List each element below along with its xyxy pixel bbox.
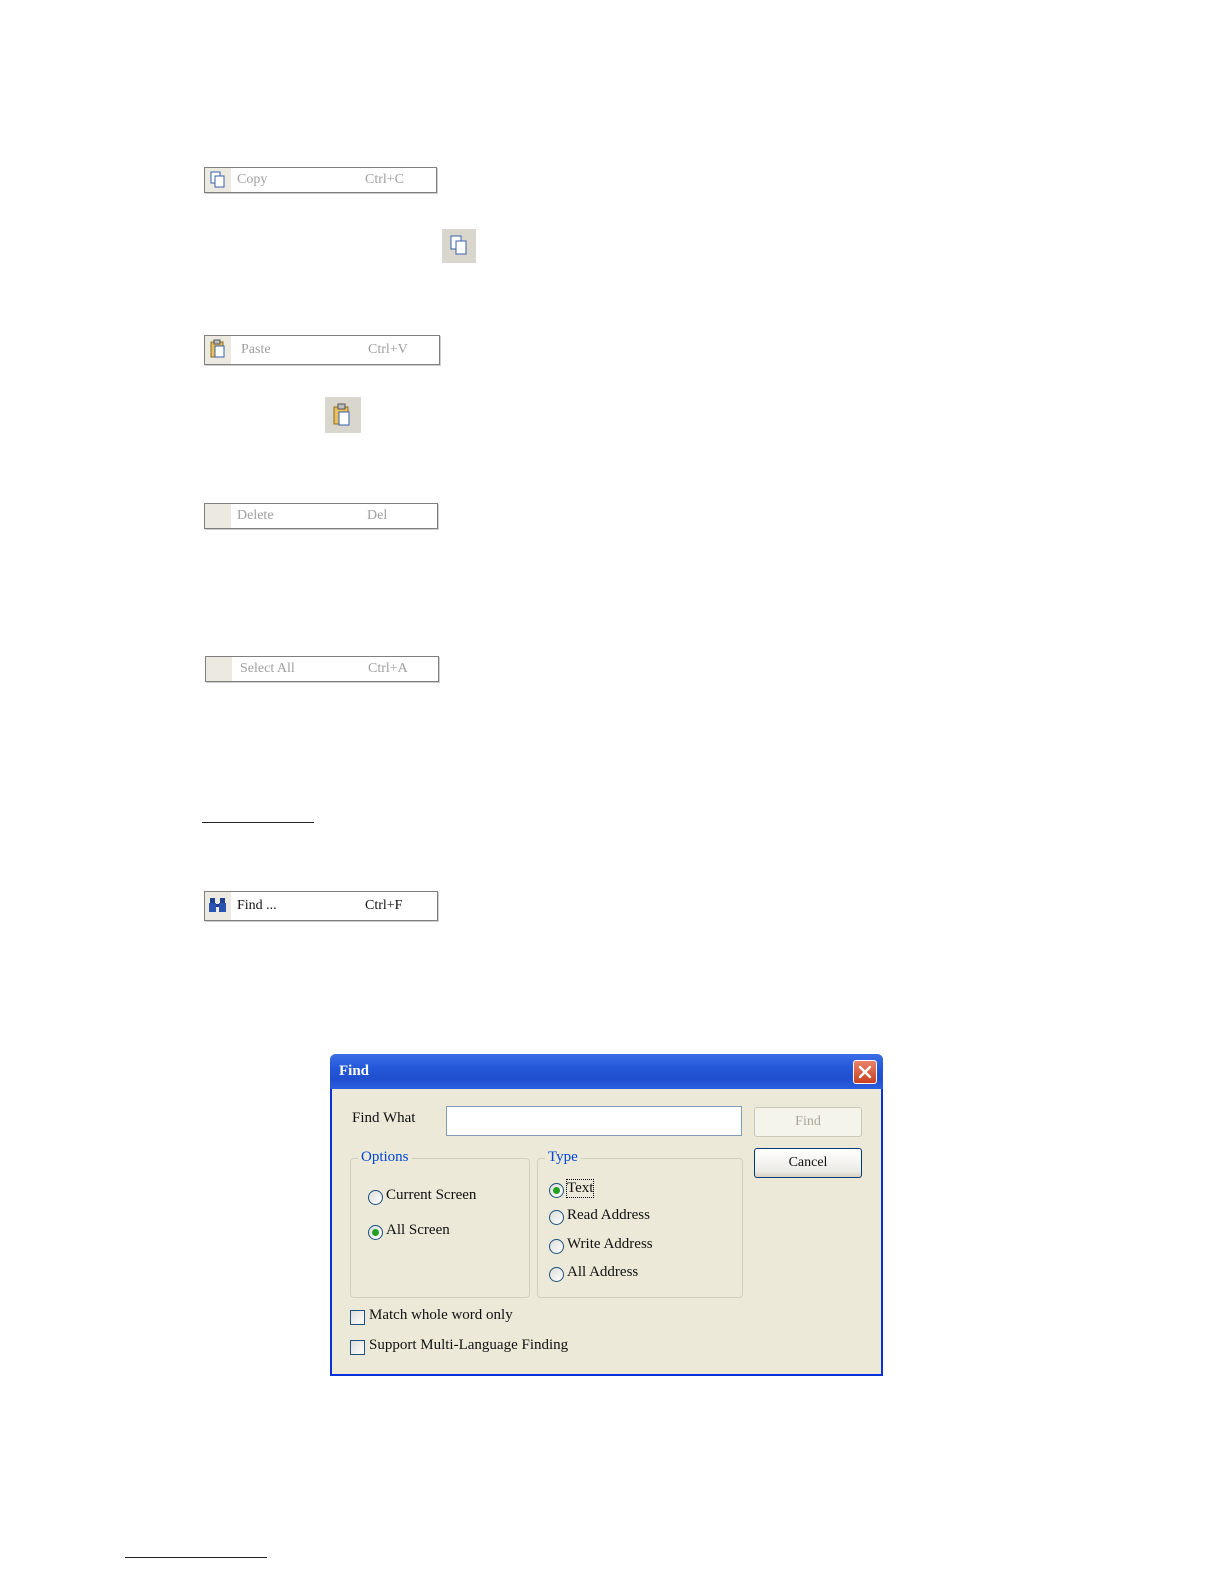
toolbar-copy-button[interactable]	[442, 229, 476, 263]
menu-find-label: Find ...	[237, 898, 277, 913]
radio-write-address-label: Write Address	[567, 1236, 653, 1252]
menu-copy-label: Copy	[237, 172, 268, 187]
find-button[interactable]: Find	[754, 1107, 862, 1137]
copy-icon	[210, 171, 225, 188]
radio-current-screen-label: Current Screen	[386, 1187, 477, 1203]
radio-read-address[interactable]	[549, 1210, 564, 1225]
match-whole-word-label: Match whole word only	[369, 1307, 513, 1323]
copy-icon	[450, 235, 467, 255]
menu-item-find[interactable]: Find ... Ctrl+F	[204, 891, 438, 921]
dialog-title: Find	[339, 1063, 370, 1079]
menu-item-select-all[interactable]: Select All Ctrl+A	[205, 656, 439, 682]
cancel-button[interactable]: Cancel	[754, 1148, 862, 1178]
menu-item-copy[interactable]: Copy Ctrl+C	[204, 167, 437, 193]
paste-icon	[210, 339, 225, 358]
radio-all-screen-label: All Screen	[386, 1222, 450, 1238]
type-legend: Type	[545, 1149, 581, 1166]
dialog-titlebar[interactable]: Find	[330, 1054, 883, 1089]
radio-read-address-label: Read Address	[567, 1207, 650, 1223]
menu-delete-label: Delete	[237, 508, 274, 523]
section-underline	[202, 822, 314, 823]
binoculars-icon	[209, 898, 226, 912]
options-legend: Options	[358, 1149, 412, 1166]
menu-delete-shortcut: Del	[367, 508, 388, 523]
type-group: Type Text Read Address Write Address All…	[537, 1149, 743, 1298]
menu-select-all-shortcut: Ctrl+A	[368, 661, 408, 676]
match-whole-word-checkbox[interactable]	[350, 1310, 365, 1325]
radio-all-address-label: All Address	[567, 1264, 639, 1280]
radio-current-screen[interactable]	[368, 1190, 383, 1205]
find-what-label: Find What	[352, 1110, 416, 1126]
multi-language-checkbox[interactable]	[350, 1340, 365, 1355]
find-what-input[interactable]	[446, 1106, 742, 1136]
radio-text[interactable]	[549, 1183, 564, 1198]
find-dialog: Find Find What Find Cancel Options Curre…	[330, 1054, 883, 1376]
footnote-rule	[125, 1557, 267, 1558]
multi-language-label: Support Multi-Language Finding	[369, 1337, 569, 1353]
menu-icon-column	[205, 892, 231, 920]
menu-icon-column	[205, 504, 231, 528]
radio-all-screen[interactable]	[368, 1225, 383, 1240]
radio-write-address[interactable]	[549, 1239, 564, 1254]
options-group: Options Current Screen All Screen	[350, 1149, 530, 1298]
close-icon	[858, 1065, 872, 1079]
menu-icon-column	[206, 657, 232, 681]
radio-all-address[interactable]	[549, 1267, 564, 1282]
menu-select-all-label: Select All	[240, 661, 295, 676]
close-button[interactable]	[853, 1060, 877, 1084]
menu-icon-column	[205, 336, 231, 364]
menu-icon-column	[205, 168, 231, 192]
toolbar-paste-button[interactable]	[325, 397, 361, 433]
paste-icon	[333, 403, 350, 426]
menu-item-delete[interactable]: Delete Del	[204, 503, 438, 529]
menu-paste-label: Paste	[241, 342, 271, 357]
radio-text-label: Text	[565, 1179, 595, 1198]
menu-copy-shortcut: Ctrl+C	[365, 172, 405, 187]
menu-paste-shortcut: Ctrl+V	[368, 342, 408, 357]
menu-find-shortcut: Ctrl+F	[365, 898, 403, 913]
menu-item-paste[interactable]: Paste Ctrl+V	[204, 335, 440, 365]
